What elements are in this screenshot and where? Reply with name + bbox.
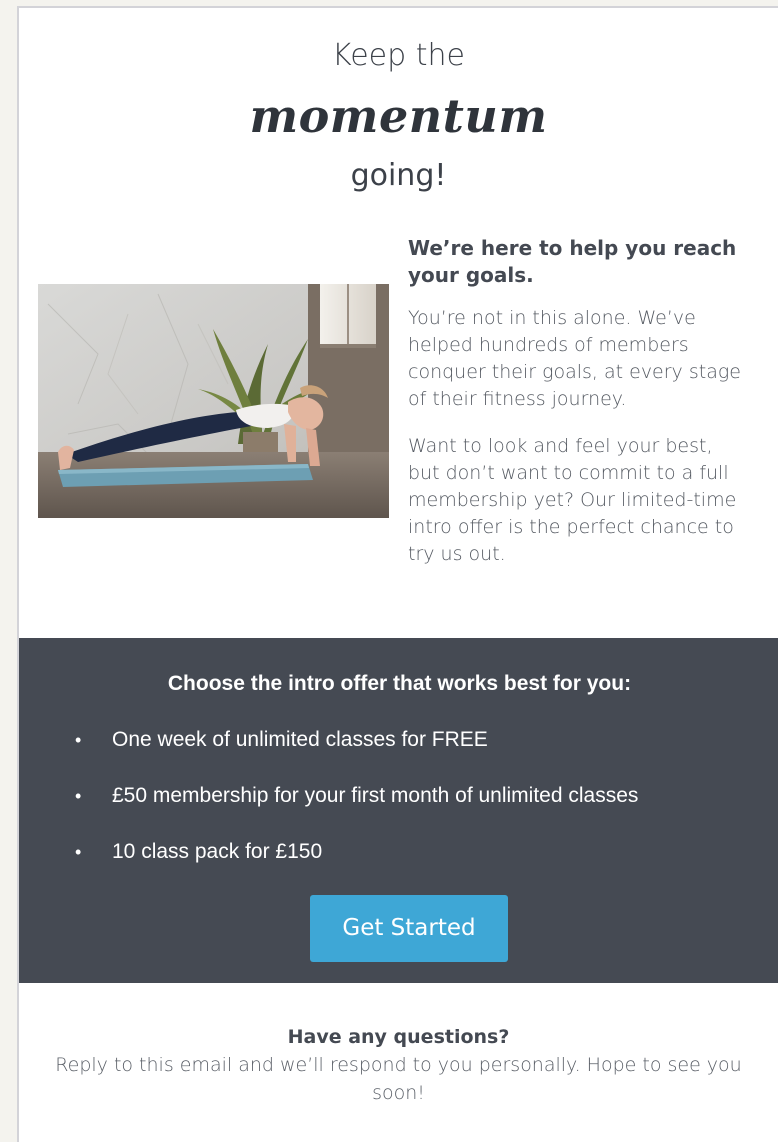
email-card: Keep the momentum going! We’re here to h… bbox=[17, 6, 778, 1142]
hero-line-momentum: momentum bbox=[249, 89, 548, 143]
hero-line-keep-the: Keep the bbox=[332, 38, 465, 73]
intro-heading: We’re here to help you reach your goals. bbox=[408, 236, 737, 287]
intro-section: We’re here to help you reach your goals.… bbox=[408, 235, 743, 588]
offer-heading: Choose the intro offer that works best f… bbox=[167, 672, 632, 695]
bullet-icon: • bbox=[75, 786, 82, 806]
offer-item-text: 10 class pack for £150 bbox=[112, 840, 323, 863]
intro-paragraph-1: You’re not in this alone. We’ve helped h… bbox=[408, 307, 741, 410]
offer-item: • One week of unlimited classes for FREE bbox=[19, 724, 778, 780]
offer-item: • £50 membership for your first month of… bbox=[19, 780, 778, 836]
bullet-icon: • bbox=[75, 730, 82, 750]
offer-panel: Choose the intro offer that works best f… bbox=[19, 638, 778, 983]
footer-text: Reply to this email and we’ll respond to… bbox=[55, 1054, 742, 1104]
bullet-icon: • bbox=[75, 842, 82, 862]
offer-item-text: One week of unlimited classes for FREE bbox=[112, 728, 488, 751]
yoga-plank-photo bbox=[38, 284, 389, 518]
offer-item-text: £50 membership for your first month of u… bbox=[112, 784, 639, 807]
hero-line-going: going! bbox=[350, 158, 447, 193]
get-started-button[interactable]: Get Started bbox=[310, 895, 508, 962]
intro-paragraph-2: Want to look and feel your best, but don… bbox=[408, 435, 737, 565]
offer-list: • One week of unlimited classes for FREE… bbox=[19, 724, 778, 892]
offer-item: • 10 class pack for £150 bbox=[19, 836, 778, 892]
footer-heading: Have any questions? bbox=[287, 1026, 510, 1048]
footer-section: Have any questions? Reply to this email … bbox=[19, 1023, 778, 1107]
